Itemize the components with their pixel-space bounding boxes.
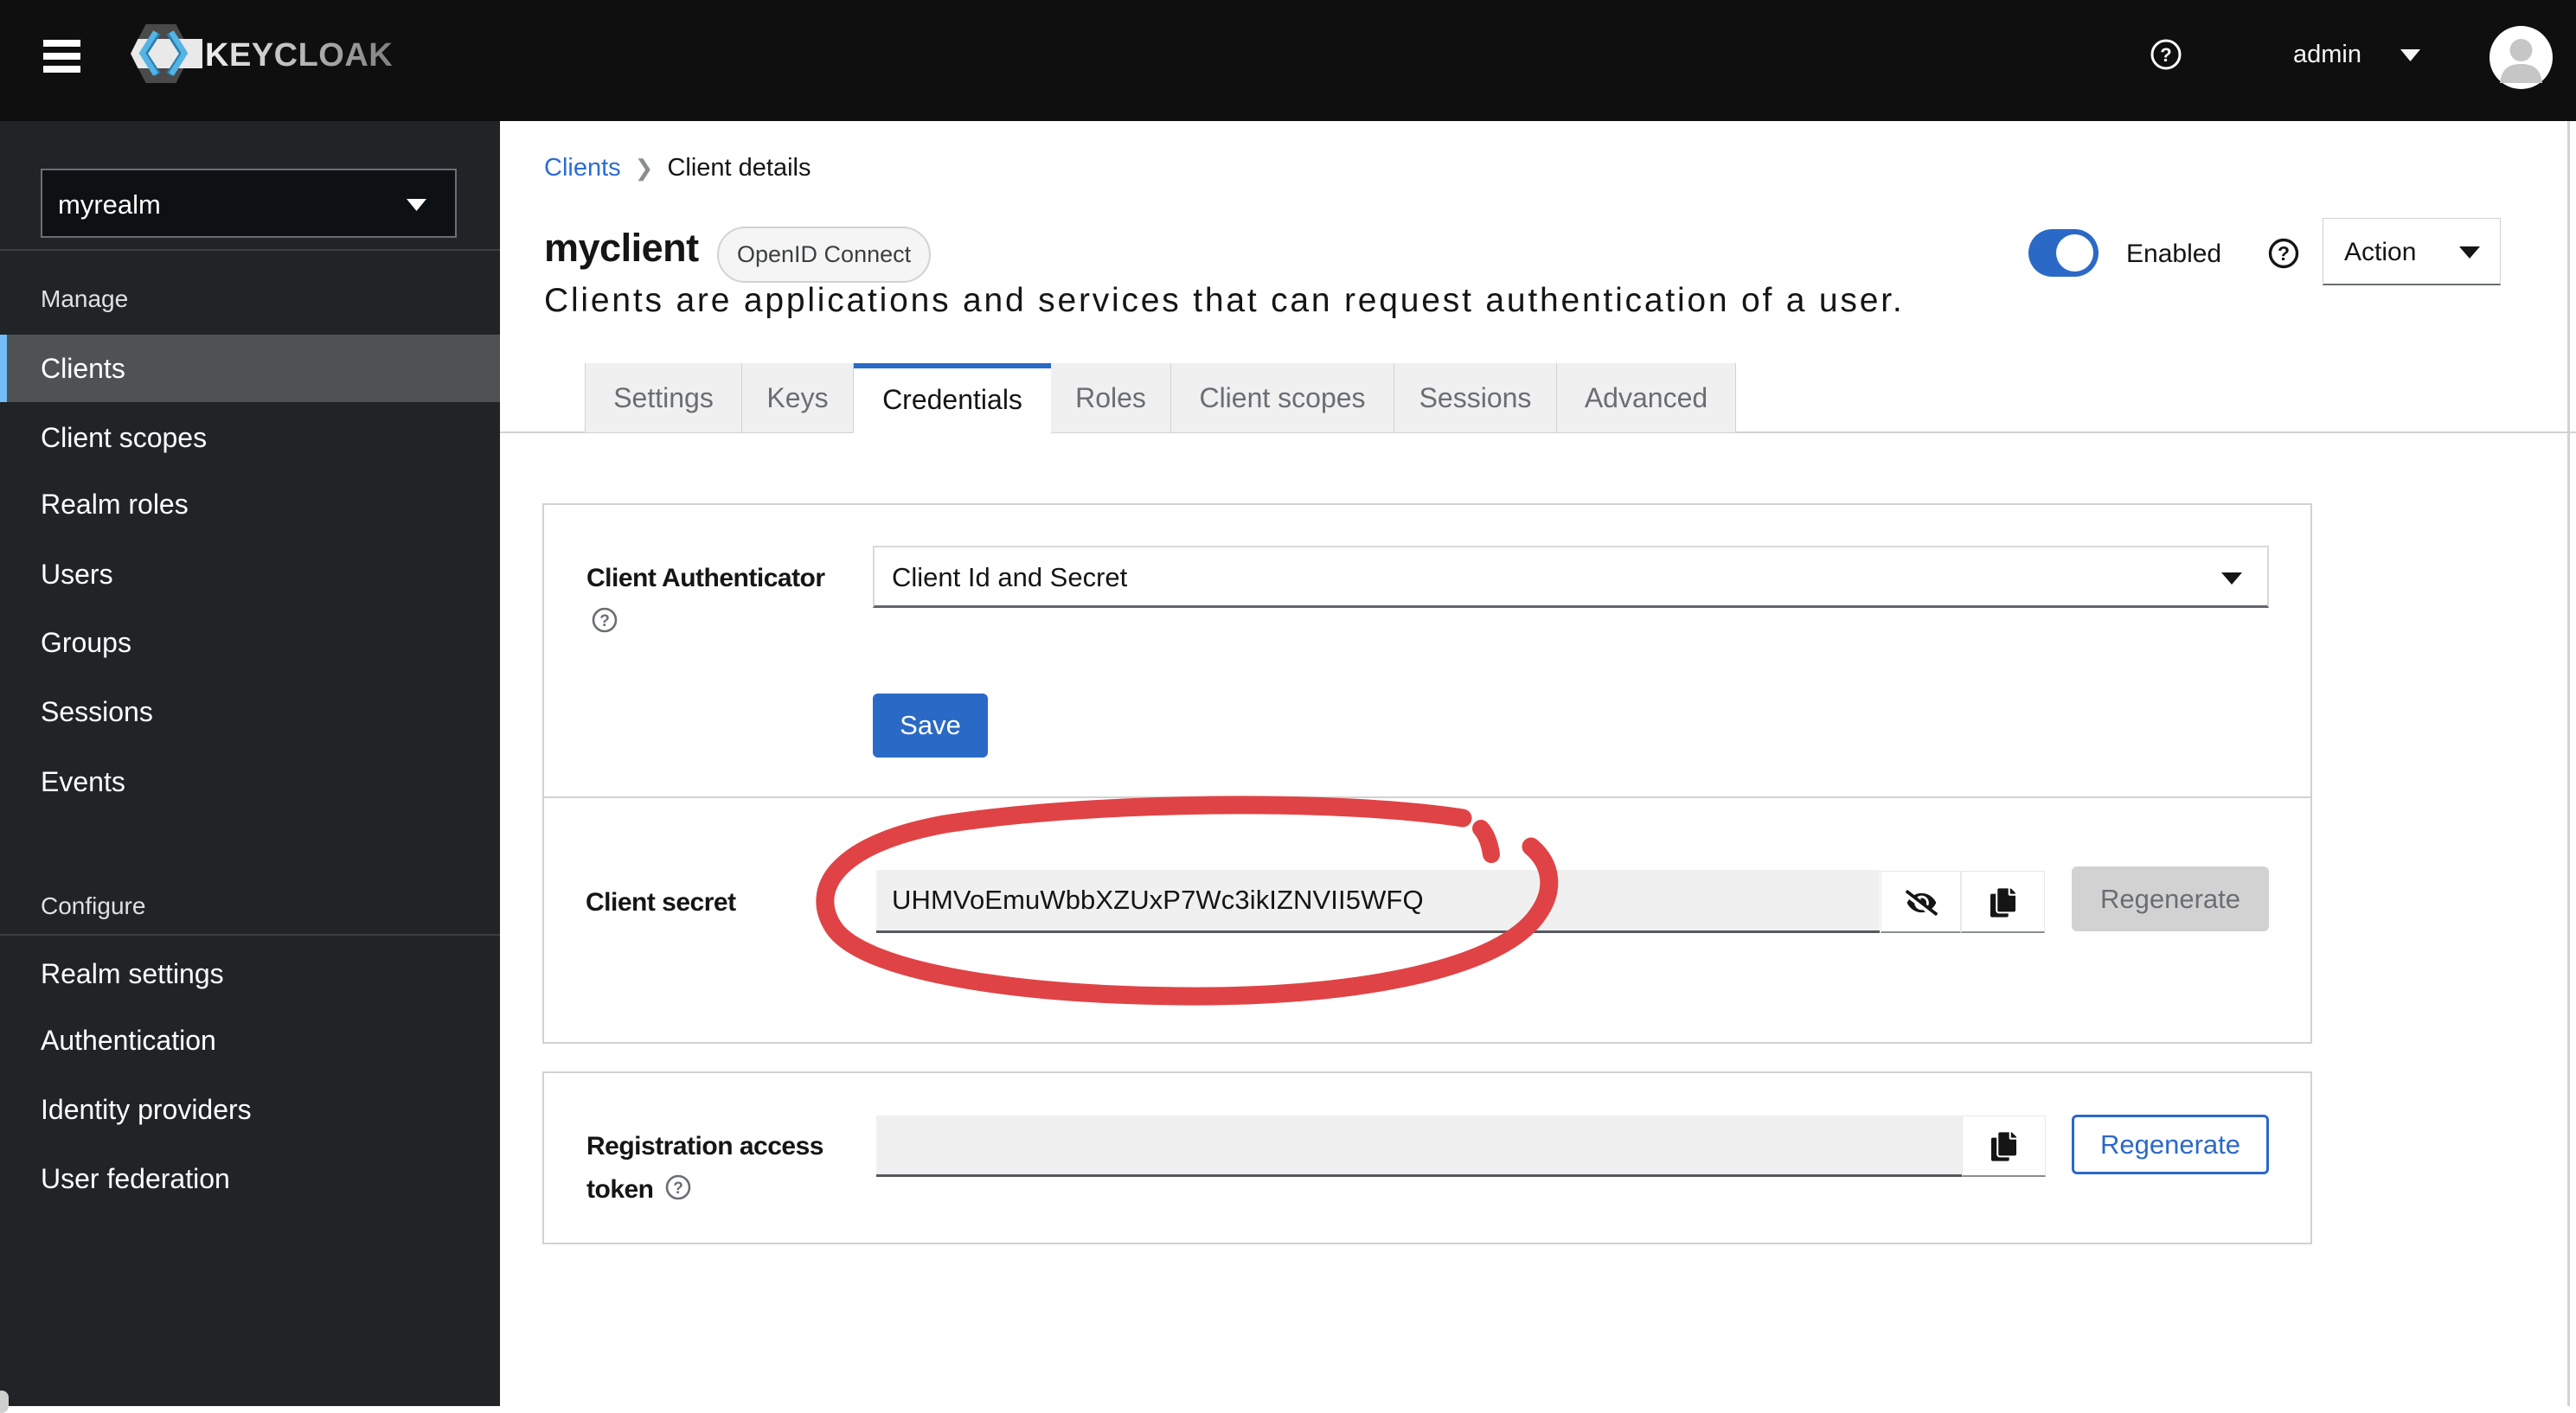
svg-text:?: ?: [2160, 44, 2171, 66]
svg-text:?: ?: [673, 1180, 683, 1198]
svg-text:?: ?: [599, 612, 610, 630]
svg-text:?: ?: [2278, 242, 2290, 265]
svg-text:KEYCLOAK: KEYCLOAK: [205, 37, 393, 74]
